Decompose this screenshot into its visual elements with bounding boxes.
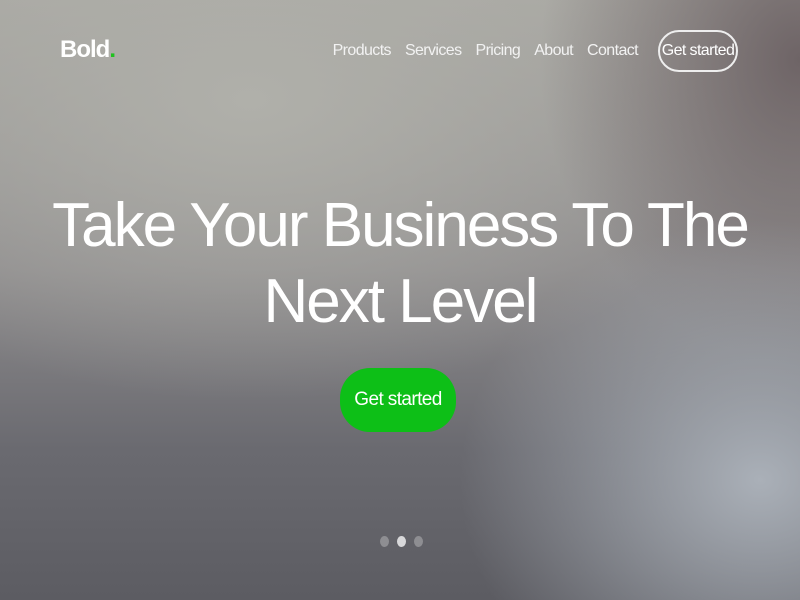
logo-dot: . [109, 36, 116, 63]
nav-contact[interactable]: Contact [587, 42, 639, 60]
main-nav: Products Services Pricing About Contact … [319, 30, 738, 72]
nav-pricing[interactable]: Pricing [476, 42, 521, 60]
hero-title-line2: Next Level [263, 267, 539, 336]
nav-products[interactable]: Products [333, 42, 392, 60]
hero-title: Take Your Business To The Next Level [0, 188, 800, 340]
nav-get-started-button[interactable]: Get started [658, 30, 738, 72]
carousel-dot-3[interactable] [414, 536, 423, 547]
nav-about[interactable]: About [534, 42, 573, 60]
carousel-dot-2[interactable] [397, 536, 406, 547]
hero-title-line1: Take Your Business To The [52, 191, 750, 260]
hero-get-started-button[interactable]: Get started [340, 368, 456, 432]
nav-services[interactable]: Services [405, 42, 462, 60]
logo-text: Bold [60, 36, 110, 63]
carousel-dot-1[interactable] [380, 536, 389, 547]
carousel-indicators [380, 536, 423, 547]
logo[interactable]: Bold. [60, 36, 116, 64]
